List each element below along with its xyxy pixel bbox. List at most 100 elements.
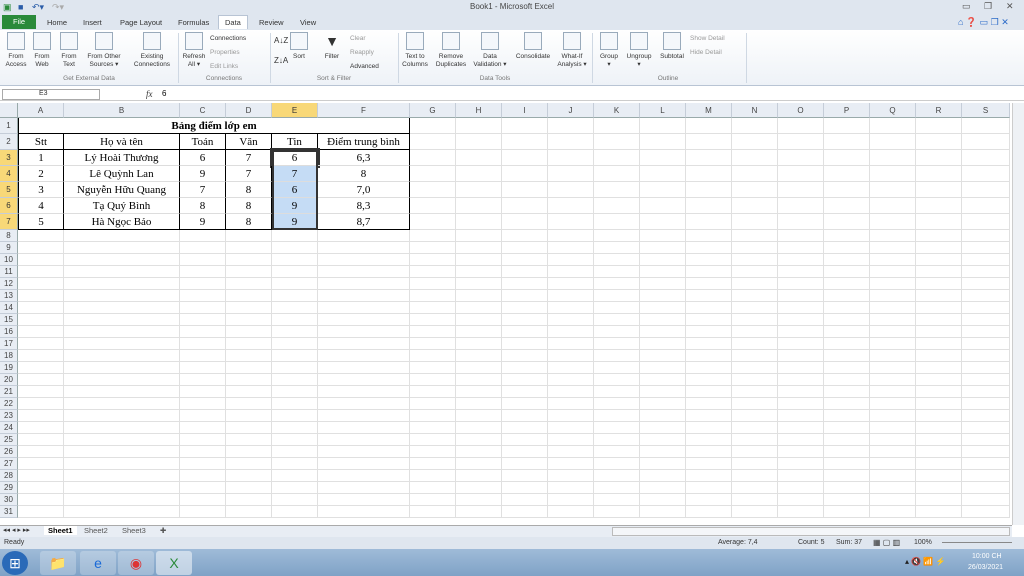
- cell[interactable]: [548, 458, 594, 470]
- cell[interactable]: [502, 326, 548, 338]
- cell[interactable]: [870, 278, 916, 290]
- from-text-button[interactable]: From Text: [57, 32, 81, 69]
- sheet-tab-sheet3[interactable]: Sheet3: [122, 526, 146, 535]
- cell[interactable]: [410, 326, 456, 338]
- cell[interactable]: [594, 214, 640, 230]
- cell[interactable]: [732, 314, 778, 326]
- data-cell[interactable]: 6,3: [318, 150, 410, 166]
- cell[interactable]: [824, 458, 870, 470]
- cell[interactable]: [686, 338, 732, 350]
- cell[interactable]: [502, 362, 548, 374]
- cell[interactable]: [686, 314, 732, 326]
- connections-button[interactable]: Connections: [210, 35, 246, 42]
- cell[interactable]: [962, 506, 1010, 518]
- cell[interactable]: [870, 506, 916, 518]
- cell[interactable]: [732, 362, 778, 374]
- cell[interactable]: [272, 470, 318, 482]
- sort-button[interactable]: Sort: [288, 32, 310, 61]
- cell[interactable]: [548, 470, 594, 482]
- cell[interactable]: [824, 278, 870, 290]
- cell[interactable]: [686, 458, 732, 470]
- data-cell[interactable]: 7: [272, 166, 318, 182]
- cell[interactable]: [226, 482, 272, 494]
- cell[interactable]: [502, 242, 548, 254]
- cell[interactable]: [732, 290, 778, 302]
- cell[interactable]: [456, 458, 502, 470]
- column-header-P[interactable]: P: [824, 103, 870, 118]
- cell[interactable]: [594, 386, 640, 398]
- cell[interactable]: [456, 134, 502, 150]
- cell[interactable]: [686, 118, 732, 134]
- cell[interactable]: [180, 314, 226, 326]
- cell[interactable]: [180, 494, 226, 506]
- cell[interactable]: [594, 166, 640, 182]
- cell[interactable]: [410, 290, 456, 302]
- cell[interactable]: [456, 398, 502, 410]
- cell[interactable]: [640, 362, 686, 374]
- cell[interactable]: [502, 254, 548, 266]
- minimize-icon[interactable]: ▭: [962, 1, 971, 12]
- cell[interactable]: [226, 386, 272, 398]
- ie-icon[interactable]: e: [80, 551, 116, 575]
- data-cell[interactable]: 8,7: [318, 214, 410, 230]
- cell[interactable]: [916, 214, 962, 230]
- cell[interactable]: [962, 422, 1010, 434]
- cell[interactable]: [180, 386, 226, 398]
- cell[interactable]: [640, 506, 686, 518]
- column-header-G[interactable]: G: [410, 103, 456, 118]
- tab-insert[interactable]: Insert: [83, 18, 102, 27]
- cell[interactable]: [916, 230, 962, 242]
- column-header-F[interactable]: F: [318, 103, 410, 118]
- cell[interactable]: [870, 254, 916, 266]
- cell[interactable]: [870, 410, 916, 422]
- cell[interactable]: [410, 278, 456, 290]
- cell[interactable]: [272, 254, 318, 266]
- cell[interactable]: [962, 470, 1010, 482]
- cell[interactable]: [318, 374, 410, 386]
- cell[interactable]: [18, 458, 64, 470]
- cell[interactable]: [226, 410, 272, 422]
- cell[interactable]: [272, 230, 318, 242]
- from-web-button[interactable]: From Web: [30, 32, 54, 69]
- cell[interactable]: [824, 386, 870, 398]
- cell[interactable]: [732, 266, 778, 278]
- reapply-button[interactable]: Reapply: [350, 49, 374, 56]
- sort-za-icon[interactable]: Z↓A: [274, 56, 288, 65]
- cell[interactable]: [916, 350, 962, 362]
- cell[interactable]: [410, 446, 456, 458]
- cell[interactable]: [778, 254, 824, 266]
- cell[interactable]: [456, 214, 502, 230]
- cell[interactable]: [548, 230, 594, 242]
- cell[interactable]: [916, 254, 962, 266]
- cell[interactable]: [410, 230, 456, 242]
- cell[interactable]: [226, 374, 272, 386]
- cell[interactable]: [410, 482, 456, 494]
- sheet-tab-sheet2[interactable]: Sheet2: [84, 526, 108, 535]
- row-header-16[interactable]: 16: [0, 326, 18, 338]
- cell[interactable]: [226, 434, 272, 446]
- cell[interactable]: [410, 134, 456, 150]
- data-cell[interactable]: Lý Hoài Thương: [64, 150, 180, 166]
- cell[interactable]: [594, 290, 640, 302]
- cell[interactable]: [18, 290, 64, 302]
- cell[interactable]: [916, 242, 962, 254]
- cell[interactable]: [594, 350, 640, 362]
- cell[interactable]: [548, 266, 594, 278]
- cell[interactable]: [962, 214, 1010, 230]
- cell[interactable]: [824, 398, 870, 410]
- cell[interactable]: [502, 290, 548, 302]
- vertical-scrollbar[interactable]: [1012, 103, 1024, 525]
- insert-sheet-icon[interactable]: ✚: [160, 526, 166, 535]
- cell[interactable]: [916, 338, 962, 350]
- cell[interactable]: [502, 386, 548, 398]
- cell[interactable]: [962, 242, 1010, 254]
- cell[interactable]: [18, 266, 64, 278]
- cell[interactable]: [502, 198, 548, 214]
- column-header-I[interactable]: I: [502, 103, 548, 118]
- cell[interactable]: [180, 230, 226, 242]
- cell[interactable]: [732, 482, 778, 494]
- cell[interactable]: [272, 314, 318, 326]
- cell[interactable]: [548, 422, 594, 434]
- row-header-10[interactable]: 10: [0, 254, 18, 266]
- cell[interactable]: [916, 398, 962, 410]
